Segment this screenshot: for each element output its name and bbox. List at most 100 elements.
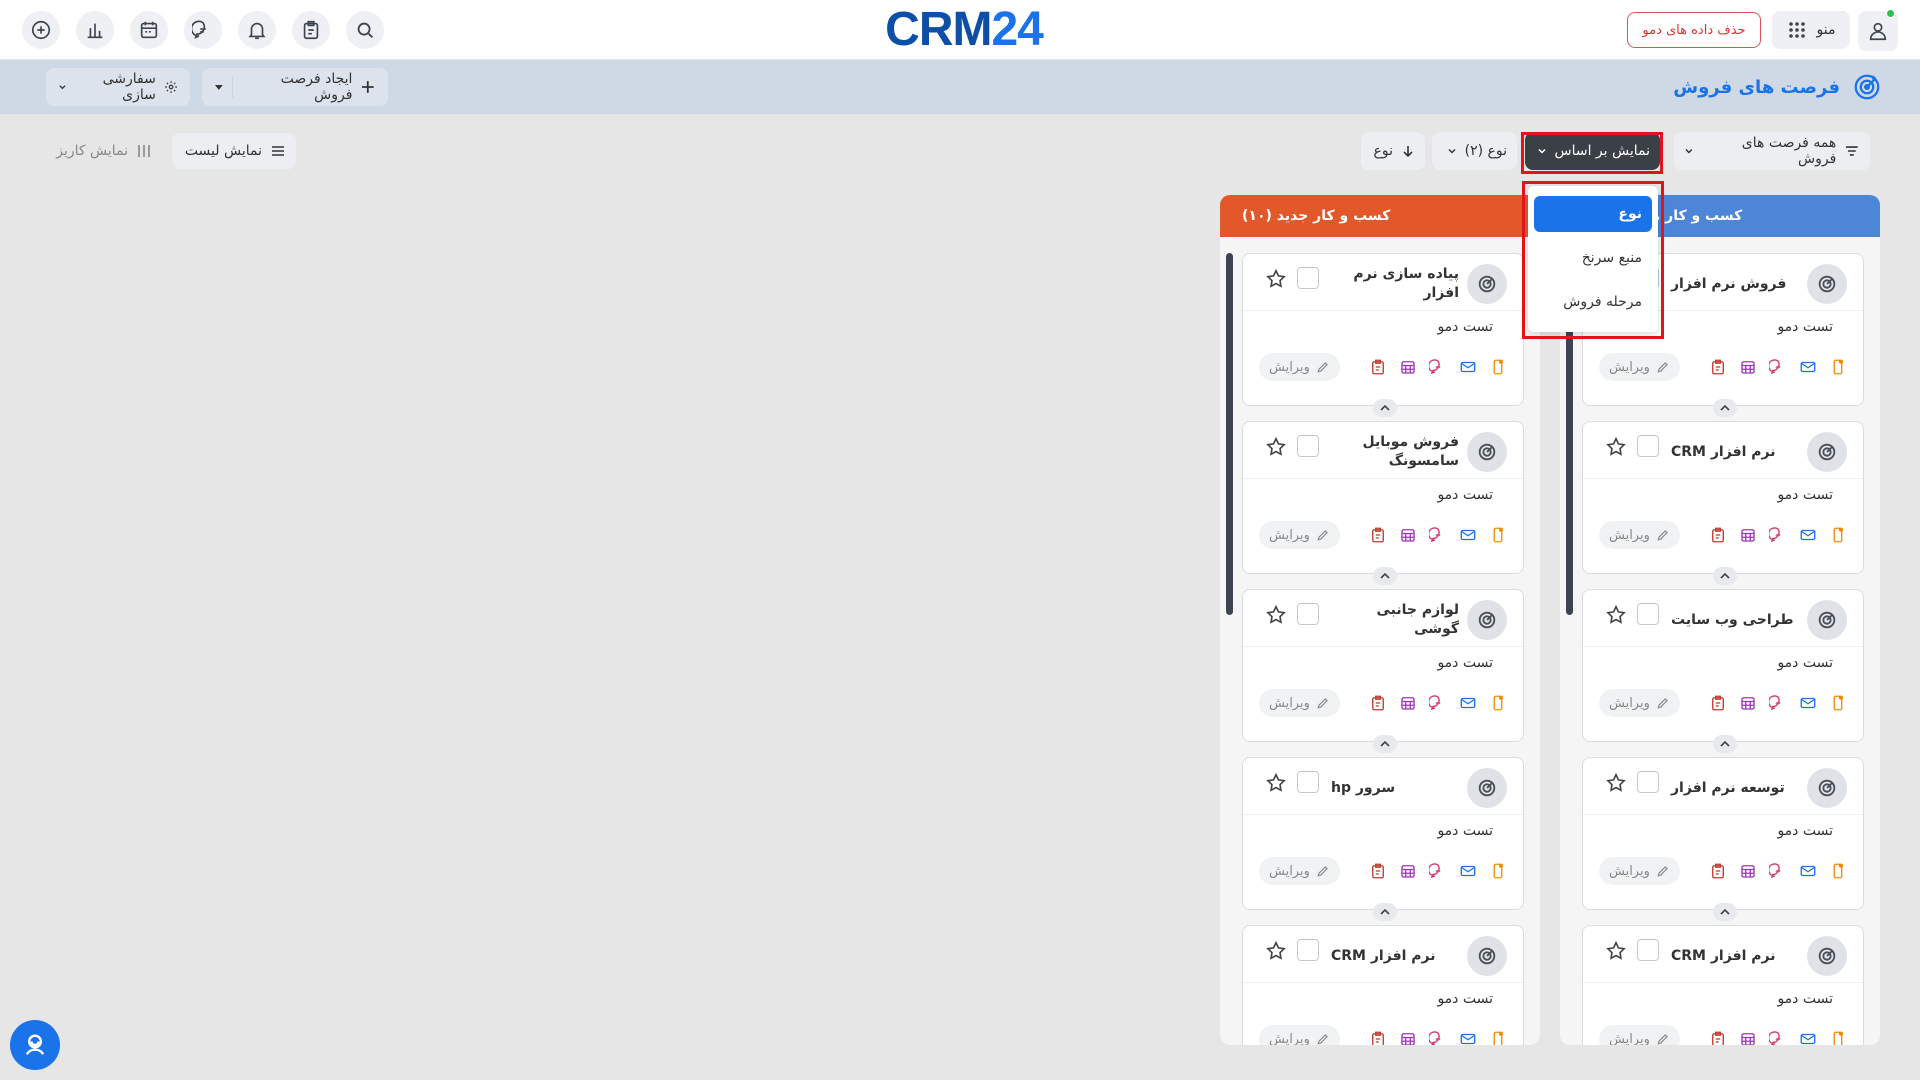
task-icon[interactable] (1709, 1030, 1727, 1045)
collapse-toggle[interactable] (1373, 567, 1397, 585)
chat-icon[interactable] (1769, 526, 1787, 544)
opportunity-card[interactable]: نرم افزار CRM تست دمو ویرایش (1582, 421, 1864, 585)
task-icon[interactable] (1369, 694, 1387, 712)
customize-button[interactable]: سفارشی سازی (46, 68, 190, 106)
card-title[interactable]: سرور hp (1331, 768, 1459, 808)
edit-button[interactable]: ویرایش (1599, 353, 1680, 381)
chat-icon[interactable] (1769, 862, 1787, 880)
calendar-icon[interactable] (1399, 694, 1417, 712)
calendar-icon[interactable] (1399, 862, 1417, 880)
collapse-toggle[interactable] (1713, 399, 1737, 417)
opportunity-card[interactable]: لوازم جانبی گوشی تست دمو ویرایش (1242, 589, 1524, 753)
opportunity-card[interactable]: نرم افزار CRM تست دمو ویرایش (1242, 925, 1524, 1045)
chat-icon[interactable] (1429, 526, 1447, 544)
card-checkbox[interactable] (1637, 771, 1659, 793)
chat-icon[interactable] (1429, 862, 1447, 880)
phone-icon[interactable] (1829, 1030, 1847, 1045)
edit-button[interactable]: ویرایش (1259, 689, 1340, 717)
star-icon[interactable] (1265, 436, 1287, 458)
column-scrollbar[interactable] (1226, 253, 1233, 615)
phone-icon[interactable] (1489, 862, 1507, 880)
create-opportunity-button[interactable]: ایجاد فرصت فروش (202, 68, 388, 106)
collapse-toggle[interactable] (1713, 903, 1737, 921)
task-icon[interactable] (1709, 526, 1727, 544)
mail-icon[interactable] (1459, 862, 1477, 880)
card-title[interactable]: فروش موبایل سامسونگ (1331, 432, 1459, 472)
card-checkbox[interactable] (1297, 435, 1319, 457)
mail-icon[interactable] (1799, 694, 1817, 712)
support-chat-button[interactable] (10, 1020, 60, 1070)
card-title[interactable]: فروش نرم افزار (1671, 264, 1799, 304)
calendar-icon[interactable] (1739, 526, 1757, 544)
opportunity-card[interactable]: طراحی وب سایت تست دمو ویرایش (1582, 589, 1864, 753)
card-checkbox[interactable] (1297, 267, 1319, 289)
collapse-toggle[interactable] (1373, 735, 1397, 753)
card-title[interactable]: لوازم جانبی گوشی (1331, 600, 1459, 640)
calendar-icon[interactable] (1739, 694, 1757, 712)
phone-icon[interactable] (1829, 862, 1847, 880)
task-icon[interactable] (1709, 358, 1727, 376)
task-icon[interactable] (1369, 862, 1387, 880)
chat-icon[interactable] (1429, 358, 1447, 376)
card-checkbox[interactable] (1637, 435, 1659, 457)
phone-icon[interactable] (1489, 526, 1507, 544)
chat-icon[interactable] (1429, 1030, 1447, 1045)
opportunity-card[interactable]: نرم افزار CRM تست دمو ویرایش (1582, 925, 1864, 1045)
delete-demo-data-button[interactable]: حذف داده های دمو (1627, 12, 1761, 48)
sort-type-button[interactable]: نوع (1361, 132, 1425, 170)
mail-icon[interactable] (1799, 862, 1817, 880)
card-title[interactable]: نرم افزار CRM (1331, 936, 1459, 976)
calendar-icon[interactable] (1399, 1030, 1417, 1045)
calendar-icon[interactable] (1399, 358, 1417, 376)
mail-icon[interactable] (1459, 1030, 1477, 1045)
phone-icon[interactable] (1489, 694, 1507, 712)
messages-button[interactable] (184, 11, 222, 49)
calendar-button[interactable] (130, 11, 168, 49)
mail-icon[interactable] (1459, 358, 1477, 376)
tasks-button[interactable] (292, 11, 330, 49)
edit-button[interactable]: ویرایش (1599, 857, 1680, 885)
calendar-icon[interactable] (1739, 358, 1757, 376)
mail-icon[interactable] (1799, 358, 1817, 376)
card-title[interactable]: توسعه نرم افزار (1671, 768, 1799, 808)
edit-button[interactable]: ویرایش (1259, 1025, 1340, 1045)
task-icon[interactable] (1369, 358, 1387, 376)
collapse-toggle[interactable] (1713, 567, 1737, 585)
chat-icon[interactable] (1769, 358, 1787, 376)
menu-button[interactable]: منو (1772, 11, 1850, 49)
phone-icon[interactable] (1489, 1030, 1507, 1045)
card-title[interactable]: طراحی وب سایت (1671, 600, 1799, 640)
kanban-view-button[interactable]: نمایش کاریز (46, 133, 162, 169)
edit-button[interactable]: ویرایش (1599, 521, 1680, 549)
phone-icon[interactable] (1829, 694, 1847, 712)
card-checkbox[interactable] (1637, 939, 1659, 961)
phone-icon[interactable] (1829, 358, 1847, 376)
list-view-button[interactable]: نمایش لیست (172, 133, 296, 169)
star-icon[interactable] (1605, 772, 1627, 794)
card-checkbox[interactable] (1297, 603, 1319, 625)
card-checkbox[interactable] (1297, 939, 1319, 961)
star-icon[interactable] (1605, 604, 1627, 626)
chat-icon[interactable] (1429, 694, 1447, 712)
star-icon[interactable] (1605, 436, 1627, 458)
calendar-icon[interactable] (1739, 1030, 1757, 1045)
phone-icon[interactable] (1489, 358, 1507, 376)
crm24-logo[interactable]: CRM 24 (885, 4, 1044, 56)
star-icon[interactable] (1265, 268, 1287, 290)
card-checkbox[interactable] (1297, 771, 1319, 793)
card-title[interactable]: پیاده سازی نرم افزار (1331, 264, 1459, 304)
chat-icon[interactable] (1769, 1030, 1787, 1045)
opportunity-card[interactable]: توسعه نرم افزار تست دمو ویرایش (1582, 757, 1864, 921)
mail-icon[interactable] (1799, 526, 1817, 544)
type-filter[interactable]: نوع (۲) (1432, 132, 1517, 170)
opportunity-card[interactable]: فروش موبایل سامسونگ تست دمو ویرایش (1242, 421, 1524, 585)
opportunity-card[interactable]: پیاده سازی نرم افزار تست دمو ویرایش (1242, 253, 1524, 417)
all-opportunities-filter[interactable]: همه فرصت های فروش (1674, 132, 1870, 170)
opportunity-card[interactable]: سرور hp تست دمو ویرایش (1242, 757, 1524, 921)
collapse-toggle[interactable] (1373, 399, 1397, 417)
card-title[interactable]: نرم افزار CRM (1671, 432, 1799, 472)
collapse-toggle[interactable] (1373, 903, 1397, 921)
mail-icon[interactable] (1459, 526, 1477, 544)
phone-icon[interactable] (1829, 526, 1847, 544)
card-title[interactable]: نرم افزار CRM (1671, 936, 1799, 976)
